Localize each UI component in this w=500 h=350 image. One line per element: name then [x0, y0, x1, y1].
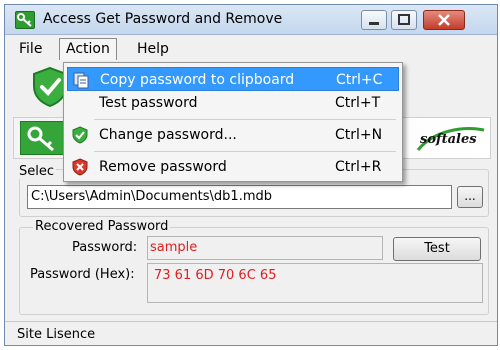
action-menu-dropdown: Copy password to clipboard Ctrl+C Test p… — [63, 62, 403, 182]
menu-separator — [94, 119, 396, 120]
database-path-input[interactable]: C:\Users\Admin\Documents\db1.mdb — [27, 185, 452, 209]
key-icon — [20, 121, 64, 155]
select-group-label: Selec — [17, 164, 57, 179]
password-hex-label: Password (Hex): — [30, 267, 135, 282]
green-shield-check-icon — [71, 126, 89, 144]
minimize-button[interactable] — [361, 10, 387, 30]
browse-button[interactable]: ... — [457, 186, 483, 208]
brand-logo: softales — [414, 124, 486, 154]
menu-help[interactable]: Help — [131, 39, 175, 59]
password-hex-field[interactable]: 73 61 6D 70 6C 65 — [147, 263, 483, 303]
menu-separator — [94, 151, 396, 152]
recovered-group-label: Recovered Password — [33, 219, 171, 234]
menu-action[interactable]: Action — [59, 38, 117, 60]
menu-item-remove-password[interactable]: Remove password Ctrl+R — [67, 155, 399, 179]
status-bar: Site Lisence — [5, 321, 497, 345]
menu-file[interactable]: File — [13, 39, 48, 59]
password-field[interactable]: sample — [147, 236, 383, 260]
password-label: Password: — [72, 240, 138, 255]
test-button[interactable]: Test — [393, 237, 481, 261]
maximize-button[interactable] — [391, 10, 417, 30]
menu-bar: File Action Help — [5, 36, 497, 60]
site-license-text: Site Lisence — [17, 327, 96, 342]
brand-text: softales — [420, 132, 477, 147]
red-shield-x-icon — [71, 158, 89, 176]
menu-item-change-password[interactable]: Change password... Ctrl+N — [67, 123, 399, 147]
title-bar[interactable]: Access Get Password and Remove — [5, 5, 497, 35]
app-key-icon — [15, 11, 35, 29]
clipboard-icon — [72, 71, 90, 89]
close-button[interactable] — [423, 10, 465, 30]
menu-item-copy-password[interactable]: Copy password to clipboard Ctrl+C — [67, 67, 399, 91]
window-title: Access Get Password and Remove — [43, 11, 283, 27]
menu-item-test-password[interactable]: Test password Ctrl+T — [67, 91, 399, 115]
app-window: Access Get Password and Remove File Acti… — [4, 4, 498, 346]
